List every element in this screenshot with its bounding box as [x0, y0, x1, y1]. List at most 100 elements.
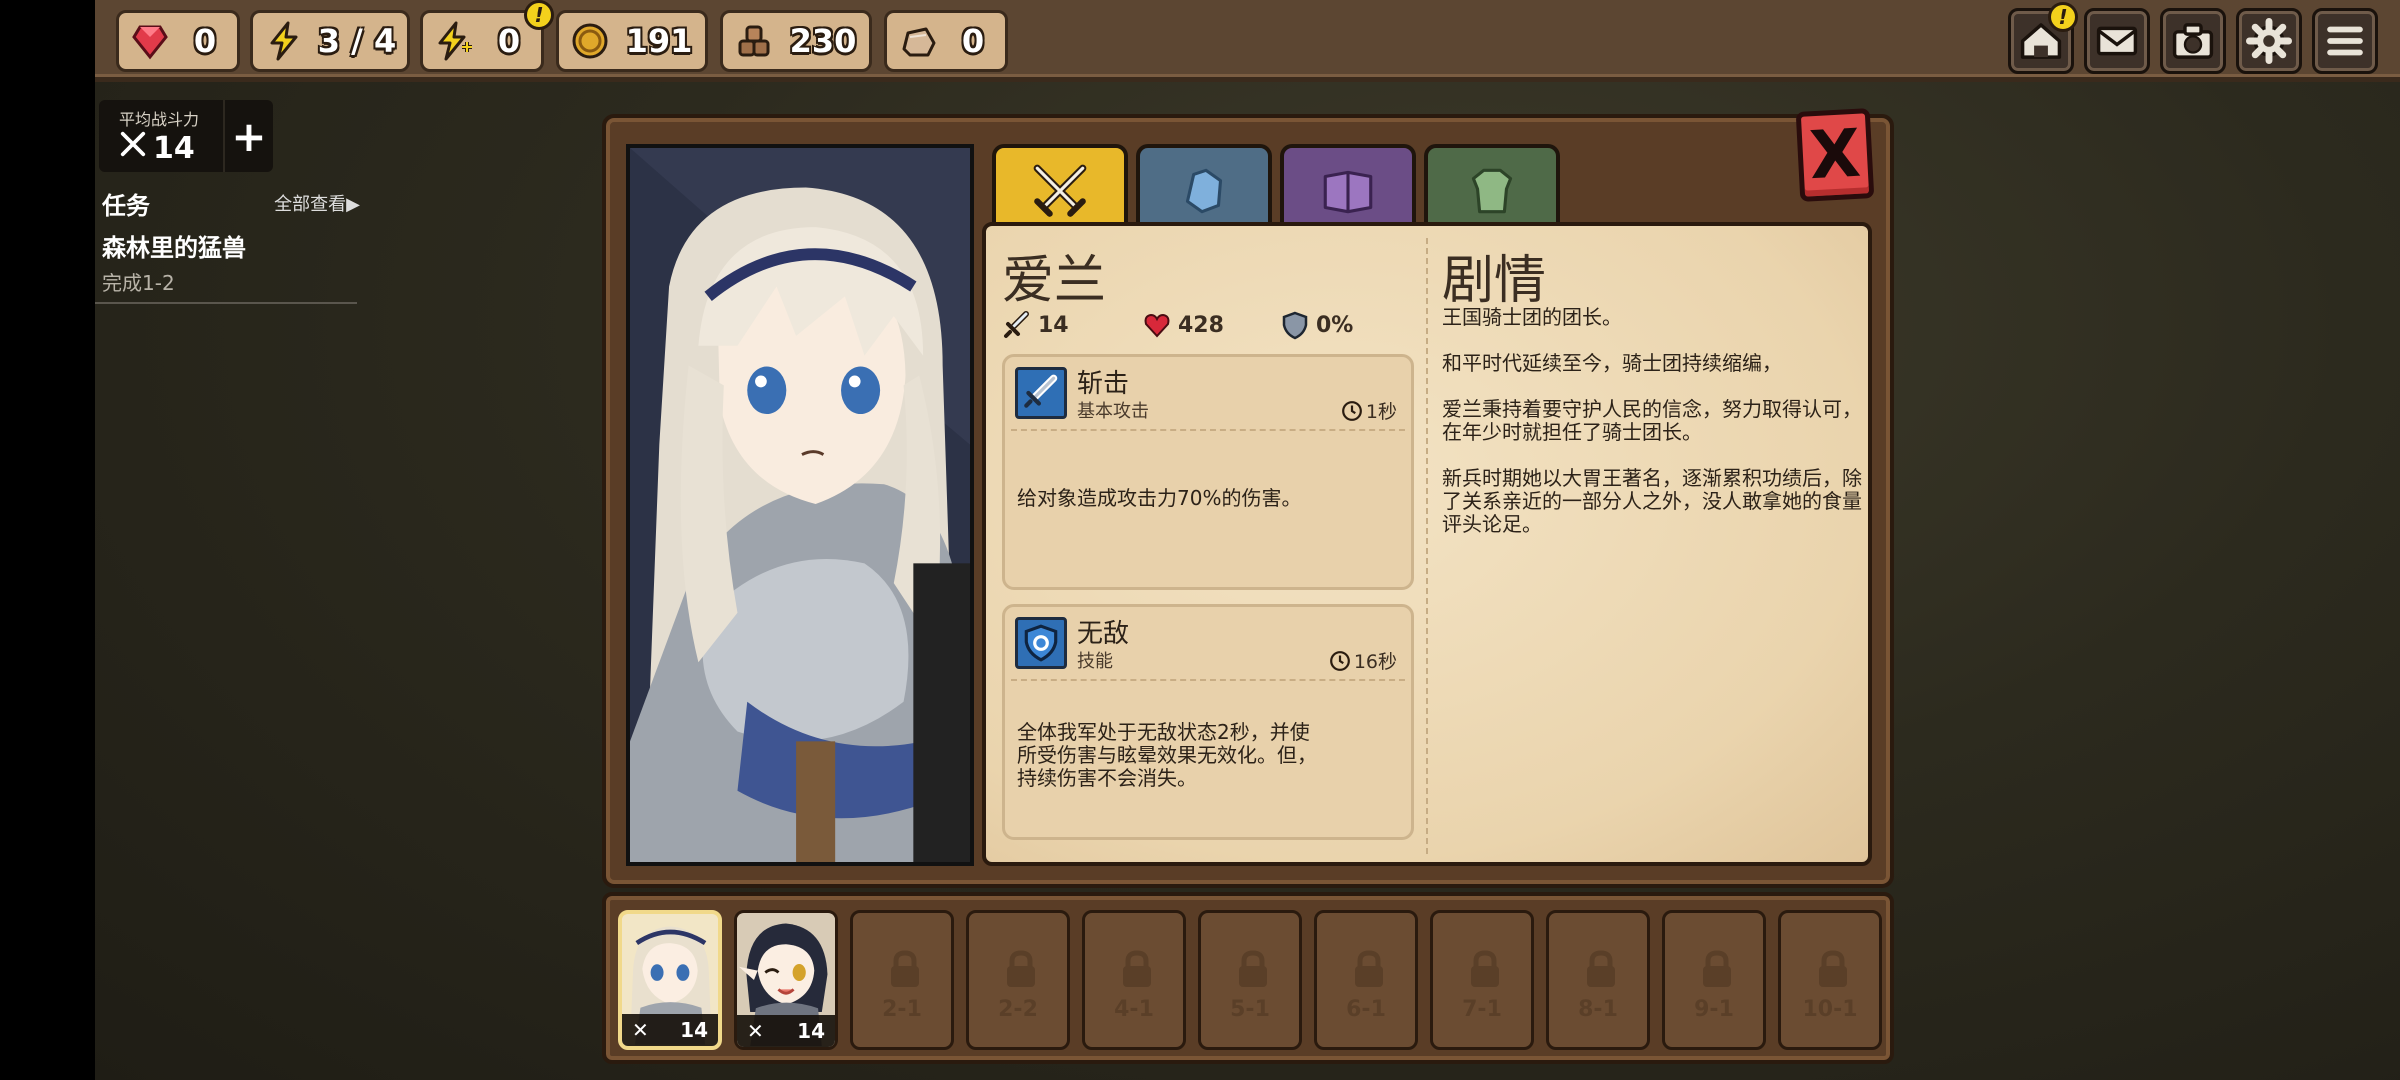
- gems-value: 0: [193, 22, 217, 60]
- story-body: 王国骑士团的团长。 和平时代延续至今，骑士团持续缩编， 爱兰秉持着要守护人民的信…: [1442, 306, 1862, 559]
- skill-name: 无敌: [1077, 619, 1130, 649]
- locked-hero-slot[interactable]: 10-1: [1778, 910, 1882, 1050]
- skill-card-invincible[interactable]: 无敌 技能 16秒 全体我军处于无敌状态2秒，并使所受伤害与眩晕效果无效化。但，…: [1002, 604, 1414, 840]
- unlock-stage-label: 7-1: [1462, 997, 1502, 1022]
- unlock-stage-label: 6-1: [1346, 997, 1386, 1022]
- clock-icon: [1329, 650, 1350, 671]
- stone-chunk-icon: [895, 18, 941, 64]
- tab-armor[interactable]: [1424, 144, 1560, 234]
- gold-value: 191: [625, 22, 693, 60]
- story-paragraph: 和平时代延续至今，骑士团持续缩编，: [1442, 351, 1782, 375]
- add-power-button[interactable]: +: [223, 100, 273, 172]
- skill-cooldown: 16秒: [1329, 647, 1397, 674]
- skill-cooldown-value: 1秒: [1365, 401, 1397, 423]
- story-paragraph: 爱兰秉持着要守护人民的信念，努力取得认可，在年少时就担任了骑士团长。: [1442, 397, 1862, 444]
- hero-info-sheet: 爱兰 14 428 0% 斩击 基本攻击 1秒 给对象造成攻击力70%的伤害。: [982, 222, 1872, 866]
- lock-icon: [1355, 950, 1383, 987]
- menu-button[interactable]: [2312, 8, 2378, 74]
- locked-hero-slot[interactable]: 8-1: [1546, 910, 1650, 1050]
- quest-header: 任务 全部查看▶: [102, 186, 360, 220]
- quest-title[interactable]: 森林里的猛兽: [102, 228, 246, 263]
- locked-hero-slot[interactable]: 7-1: [1430, 910, 1534, 1050]
- defense-value: 0%: [1316, 312, 1354, 338]
- gold-counter[interactable]: 191: [556, 10, 708, 72]
- ore-value: 230: [789, 22, 857, 60]
- hero-detail-panel: X 爱兰 14 428 0% 斩击 基本攻击 1秒 给对象造成攻击力70%的伤害…: [602, 108, 1894, 888]
- skill-cooldown: 1秒: [1341, 397, 1397, 424]
- lock-icon: [891, 950, 919, 987]
- skill-divider: [1011, 679, 1405, 681]
- gold-coin-icon: [567, 18, 613, 64]
- lightning-plus-icon: [431, 18, 477, 64]
- hero-power-value: 14: [797, 1019, 825, 1043]
- armor-icon: [1471, 168, 1513, 214]
- lock-icon: [1703, 950, 1731, 987]
- tab-gear[interactable]: [1136, 144, 1272, 234]
- gems-counter[interactable]: 0: [116, 10, 240, 72]
- locked-hero-slot[interactable]: 9-1: [1662, 910, 1766, 1050]
- settings-button[interactable]: [2236, 8, 2302, 74]
- lightning-icon: [261, 18, 307, 64]
- locked-hero-slot[interactable]: 2-1: [850, 910, 954, 1050]
- skill-type: 基本攻击: [1077, 401, 1149, 422]
- sheet-divider: [1426, 238, 1428, 854]
- camera-icon: [2172, 23, 2214, 59]
- close-button[interactable]: X: [1795, 108, 1875, 202]
- close-icon: X: [1807, 114, 1863, 195]
- menu-icon: [2327, 26, 2363, 56]
- unlock-stage-label: 10-1: [1802, 997, 1858, 1022]
- unlock-stage-label: 8-1: [1578, 997, 1618, 1022]
- skill-divider: [1011, 429, 1405, 431]
- crossed-swords-icon: [1033, 164, 1087, 217]
- skill-name: 斩击: [1077, 369, 1130, 399]
- invincible-shield-skill-icon: [1015, 617, 1067, 669]
- tab-skillbook[interactable]: [1280, 144, 1416, 234]
- lock-icon: [1007, 950, 1035, 987]
- defense-stat: 0%: [1280, 310, 1353, 340]
- roster-hero-slot[interactable]: ✕ 14: [734, 910, 838, 1050]
- crossed-swords-icon: ✕: [747, 1019, 764, 1043]
- hp-value: 428: [1178, 312, 1224, 338]
- story-title: 剧情: [1442, 251, 1547, 311]
- view-all-quests-link[interactable]: 全部查看▶: [274, 190, 360, 216]
- quest-divider: [95, 302, 357, 304]
- book-icon: [1323, 170, 1373, 214]
- unlock-stage-label: 4-1: [1114, 997, 1154, 1022]
- unlock-stage-label: 2-2: [998, 997, 1038, 1022]
- lock-icon: [1471, 950, 1499, 987]
- quest-progress: 完成1-2: [102, 271, 175, 295]
- shield-icon: [1282, 311, 1308, 340]
- locked-hero-slot[interactable]: 2-2: [966, 910, 1070, 1050]
- mail-button[interactable]: [2084, 8, 2150, 74]
- locked-hero-slot[interactable]: 4-1: [1082, 910, 1186, 1050]
- clock-icon: [1342, 400, 1362, 421]
- story-paragraph: 王国骑士团的团长。: [1442, 305, 1622, 329]
- crossed-swords-icon: [119, 130, 147, 166]
- gauntlet-icon: [1185, 168, 1223, 214]
- heart-icon: [1144, 313, 1170, 338]
- average-power-label: 平均战斗力: [119, 110, 200, 129]
- average-power-panel: 平均战斗力 14 +: [99, 100, 273, 172]
- unlock-stage-label: 5-1: [1230, 997, 1270, 1022]
- ore-counter[interactable]: 230: [720, 10, 872, 72]
- hero-power-value: 14: [680, 1018, 708, 1042]
- lock-icon: [1587, 950, 1615, 987]
- unlock-stage-label: 2-1: [882, 997, 922, 1022]
- locked-hero-slot[interactable]: 5-1: [1198, 910, 1302, 1050]
- locked-hero-slot[interactable]: 6-1: [1314, 910, 1418, 1050]
- hero-portrait: [626, 144, 974, 866]
- ruby-gem-icon: [127, 18, 173, 64]
- energy-counter[interactable]: 3 / 4: [250, 10, 410, 72]
- camera-button[interactable]: [2160, 8, 2226, 74]
- skill-card-slash[interactable]: 斩击 基本攻击 1秒 给对象造成攻击力70%的伤害。: [1002, 354, 1414, 590]
- skill-cooldown-value: 16秒: [1353, 651, 1397, 673]
- roster-hero-slot[interactable]: ✕ 14: [618, 910, 722, 1050]
- skill-description: 全体我军处于无敌状态2秒，并使所受伤害与眩晕效果无效化。但，持续伤害不会消失。: [1017, 720, 1317, 790]
- lock-icon: [1123, 950, 1151, 987]
- crossed-swords-icon: ✕: [632, 1018, 649, 1042]
- stone-counter[interactable]: 0: [884, 10, 1008, 72]
- energy-value: 3 / 4: [317, 22, 397, 60]
- mail-icon: [2096, 26, 2138, 56]
- tab-combat[interactable]: [992, 144, 1128, 234]
- attack-stat: 14: [1002, 310, 1069, 340]
